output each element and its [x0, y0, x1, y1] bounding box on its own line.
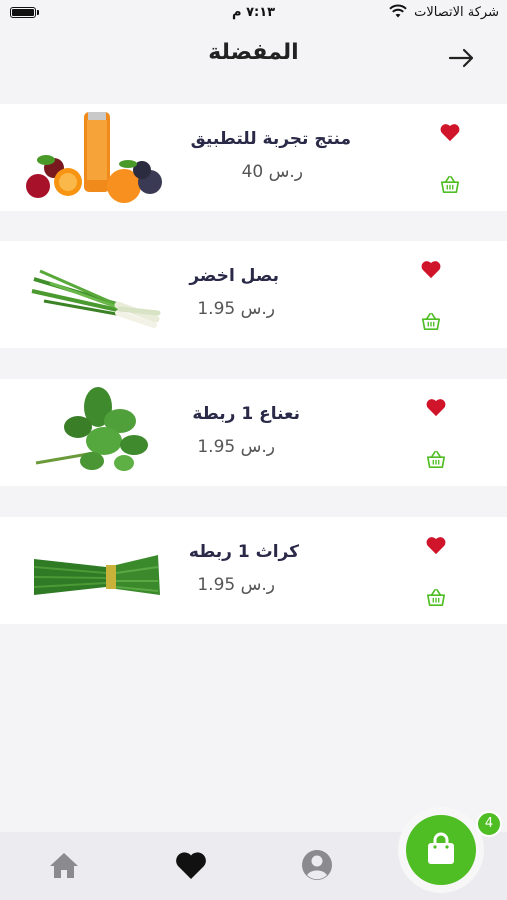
product-price: ر.س 40: [241, 162, 303, 182]
battery-tip: [37, 10, 39, 15]
status-bar: ٧:١٣ م شركة الاتصالات: [0, 0, 507, 26]
add-to-cart-basket-icon[interactable]: [420, 311, 442, 331]
wifi-icon: [389, 4, 407, 18]
battery-icon: [10, 7, 36, 18]
favorite-product-card[interactable]: نعناع 1 ربطة ر.س 1.95: [0, 379, 507, 486]
shopping-bag-icon: [428, 832, 454, 864]
cart-count-badge: 4: [476, 811, 502, 837]
favorite-product-card[interactable]: بصل اخضر ر.س 1.95: [0, 241, 507, 348]
favorite-heart-icon[interactable]: [439, 122, 461, 142]
product-name: نعناع 1 ربطة: [192, 404, 300, 424]
favorite-heart-icon[interactable]: [420, 259, 442, 279]
product-price: ر.س 1.95: [197, 299, 275, 319]
favorite-product-card[interactable]: منتج تجربة للتطبيق ر.س 40: [0, 104, 507, 211]
product-name: منتج تجربة للتطبيق: [190, 129, 351, 149]
leek-bunch-image: [33, 555, 160, 595]
profile-icon[interactable]: [300, 848, 334, 882]
home-icon[interactable]: [47, 848, 81, 882]
add-to-cart-basket-icon[interactable]: [425, 587, 447, 607]
product-price: ر.س 1.95: [197, 437, 275, 457]
favorite-heart-icon[interactable]: [425, 535, 447, 555]
fruit-drink-image: [26, 112, 162, 203]
favorites-heart-icon[interactable]: [174, 848, 208, 882]
page-title: المفضلة: [208, 40, 299, 65]
carrier-name: شركة الاتصالات: [414, 5, 499, 20]
cart-button[interactable]: [406, 815, 476, 885]
product-name: بصل اخضر: [189, 266, 279, 286]
status-time: ٧:١٣ م: [232, 5, 276, 20]
add-to-cart-basket-icon[interactable]: [439, 174, 461, 194]
mint-bunch-image: [35, 387, 148, 471]
favorite-product-card[interactable]: كراث 1 ربطه ر.س 1.95: [0, 517, 507, 624]
app-header: المفضلة: [0, 26, 507, 86]
green-onion-image: [31, 269, 161, 328]
product-price: ر.س 1.95: [197, 575, 275, 595]
favorite-heart-icon[interactable]: [425, 397, 447, 417]
add-to-cart-basket-icon[interactable]: [425, 449, 447, 469]
product-name: كراث 1 ربطه: [188, 542, 299, 562]
back-arrow-icon[interactable]: [446, 46, 476, 70]
